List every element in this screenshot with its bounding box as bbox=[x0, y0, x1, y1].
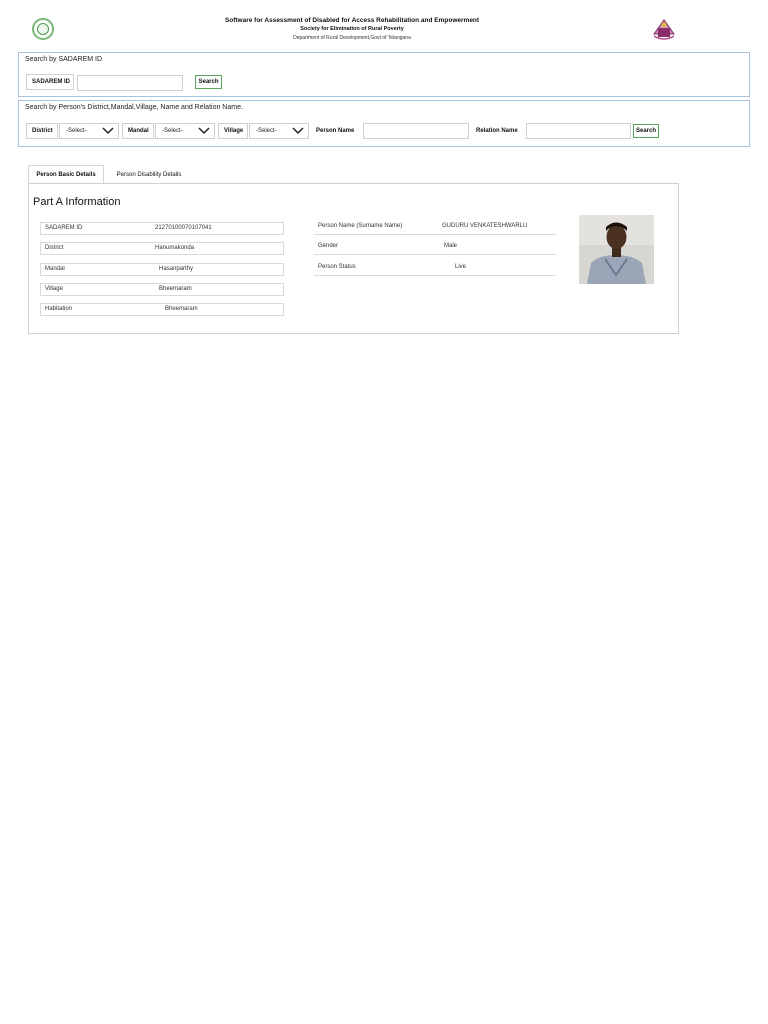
village-select-value: -Select- bbox=[256, 128, 277, 134]
field-value: Bheemaram bbox=[159, 286, 192, 292]
mandal-label: Mandal bbox=[122, 123, 154, 139]
field-label: SADAREM ID bbox=[45, 225, 83, 231]
field-row: Mandal Hasanparthy bbox=[40, 263, 284, 276]
field-row: Person Name (Surname Name) GUDURU VENKAT… bbox=[314, 222, 556, 235]
field-label: Village bbox=[45, 286, 63, 292]
field-row: SADAREM ID 21270100070107041 bbox=[40, 222, 284, 235]
field-value: GUDURU VENKATESHWARLU bbox=[442, 223, 528, 229]
header-department: Department of Rural Development,Govt.of … bbox=[293, 35, 411, 41]
tab-person-basic-details[interactable]: Person Basic Details bbox=[28, 165, 104, 184]
field-value: Hanumakonda bbox=[155, 245, 195, 251]
relation-name-label: Relation Name bbox=[471, 123, 525, 139]
chevron-down-icon bbox=[292, 127, 304, 135]
search-by-id-button[interactable]: Search bbox=[195, 75, 222, 89]
person-name-input[interactable] bbox=[363, 123, 469, 139]
village-select[interactable]: -Select- bbox=[249, 123, 309, 139]
serp-logo-icon bbox=[653, 19, 675, 40]
chevron-down-icon bbox=[198, 127, 210, 135]
header-subtitle: Society for Elimination of Rural Poverty bbox=[300, 26, 404, 32]
person-photo bbox=[579, 215, 654, 284]
field-row: Village Bheemaram bbox=[40, 283, 284, 296]
search-by-id-title: Search by SADAREM ID bbox=[25, 56, 103, 63]
telangana-emblem-icon bbox=[32, 18, 54, 40]
field-value: Live bbox=[455, 264, 467, 270]
field-value: Hasanparthy bbox=[159, 266, 194, 272]
mandal-select[interactable]: -Select- bbox=[155, 123, 215, 139]
part-a-title: Part A Information bbox=[33, 196, 121, 208]
field-row: Person Status Live bbox=[314, 263, 556, 276]
field-label: Habitation bbox=[45, 306, 73, 312]
person-name-label: Person Name bbox=[311, 123, 361, 139]
district-select[interactable]: -Select- bbox=[59, 123, 119, 139]
header-title: Software for Assessment of Disabled for … bbox=[224, 17, 480, 24]
search-by-person-button[interactable]: Search bbox=[633, 124, 659, 138]
field-label: Person Status bbox=[318, 264, 356, 270]
field-value: Male bbox=[444, 243, 458, 249]
field-row: Gender Male bbox=[314, 242, 556, 255]
mandal-select-value: -Select- bbox=[162, 128, 183, 134]
field-row: Habitation Bheemaram bbox=[40, 303, 284, 316]
chevron-down-icon bbox=[102, 127, 114, 135]
sadarem-id-input[interactable] bbox=[77, 75, 183, 91]
field-row: District Hanumakonda bbox=[40, 242, 284, 255]
district-select-value: -Select- bbox=[66, 128, 87, 134]
field-label: District bbox=[45, 245, 64, 251]
field-label: Person Name (Surname Name) bbox=[318, 223, 403, 229]
field-label: Gender bbox=[318, 243, 339, 249]
relation-name-input[interactable] bbox=[526, 123, 631, 139]
page-header: Software for Assessment of Disabled for … bbox=[150, 16, 554, 43]
field-label: Mandal bbox=[45, 266, 65, 272]
sadarem-id-label: SADAREM ID bbox=[26, 74, 74, 90]
field-value: Bheemaram bbox=[165, 306, 198, 312]
field-value: 21270100070107041 bbox=[155, 225, 212, 231]
district-label: District bbox=[26, 123, 58, 139]
tab-person-disability-details[interactable]: Person Disability Details bbox=[106, 165, 192, 184]
search-by-person-title: Search by Person's District,Mandal,Villa… bbox=[25, 104, 243, 111]
village-label: Village bbox=[218, 123, 248, 139]
